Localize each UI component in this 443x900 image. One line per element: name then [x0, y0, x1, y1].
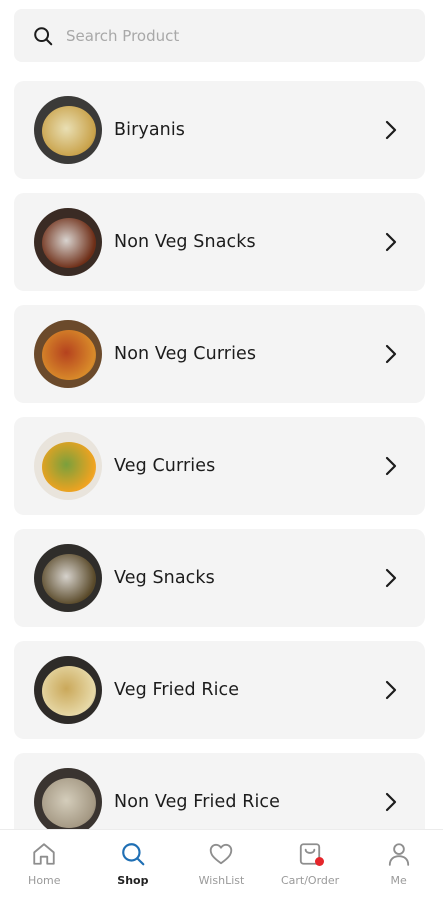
nav-label: Shop — [117, 874, 149, 887]
chevron-right-icon — [385, 232, 397, 252]
category-label: Non Veg Snacks — [114, 232, 256, 252]
home-icon — [33, 843, 55, 865]
chevron-right-icon — [385, 568, 397, 588]
search-input[interactable] — [66, 26, 366, 45]
category-card[interactable]: Veg Fried Rice — [14, 641, 425, 739]
search-icon — [34, 26, 53, 45]
category-thumbnail — [34, 768, 102, 836]
nav-label: WishList — [198, 874, 245, 887]
category-thumbnail — [34, 432, 102, 500]
bottom-navigation: Home Shop WishList Cart/Order Me — [0, 829, 443, 900]
category-card[interactable]: Veg Curries — [14, 417, 425, 515]
category-label: Veg Curries — [114, 456, 216, 476]
category-label: Non Veg Curries — [114, 344, 257, 364]
category-list: Biryanis Non Veg Snacks Non Veg Curries … — [14, 81, 425, 865]
food-plate — [42, 778, 96, 828]
category-thumbnail — [34, 96, 102, 164]
heart-icon — [210, 843, 233, 865]
nav-label: Home — [28, 874, 61, 887]
search-bar[interactable] — [14, 9, 425, 62]
nav-wishlist[interactable]: WishList — [177, 830, 266, 900]
category-thumbnail — [34, 544, 102, 612]
nav-shop[interactable]: Shop — [89, 830, 178, 900]
food-plate — [42, 666, 96, 716]
chevron-right-icon — [385, 344, 397, 364]
category-label: Veg Snacks — [114, 568, 215, 588]
food-plate — [42, 218, 96, 268]
nav-home[interactable]: Home — [0, 830, 89, 900]
user-icon — [388, 843, 409, 866]
category-card[interactable]: Non Veg Snacks — [14, 193, 425, 291]
search-icon — [122, 843, 145, 866]
food-plate — [42, 442, 96, 492]
category-thumbnail — [34, 208, 102, 276]
category-thumbnail — [34, 656, 102, 724]
nav-me[interactable]: Me — [354, 830, 443, 900]
chevron-right-icon — [385, 456, 397, 476]
chevron-right-icon — [385, 680, 397, 700]
chevron-right-icon — [385, 792, 397, 812]
chevron-right-icon — [385, 120, 397, 140]
food-plate — [42, 554, 96, 604]
category-label: Veg Fried Rice — [114, 680, 240, 700]
food-plate — [42, 106, 96, 156]
nav-label: Me — [390, 874, 407, 887]
cart-badge-dot — [315, 857, 325, 866]
category-label: Non Veg Fried Rice — [114, 792, 280, 812]
category-card[interactable]: Veg Snacks — [14, 529, 425, 627]
category-label: Biryanis — [114, 120, 186, 140]
food-plate — [42, 330, 96, 380]
nav-cart-order[interactable]: Cart/Order — [266, 830, 355, 900]
category-thumbnail — [34, 320, 102, 388]
category-card[interactable]: Non Veg Curries — [14, 305, 425, 403]
nav-label: Cart/Order — [280, 874, 340, 887]
category-card[interactable]: Biryanis — [14, 81, 425, 179]
